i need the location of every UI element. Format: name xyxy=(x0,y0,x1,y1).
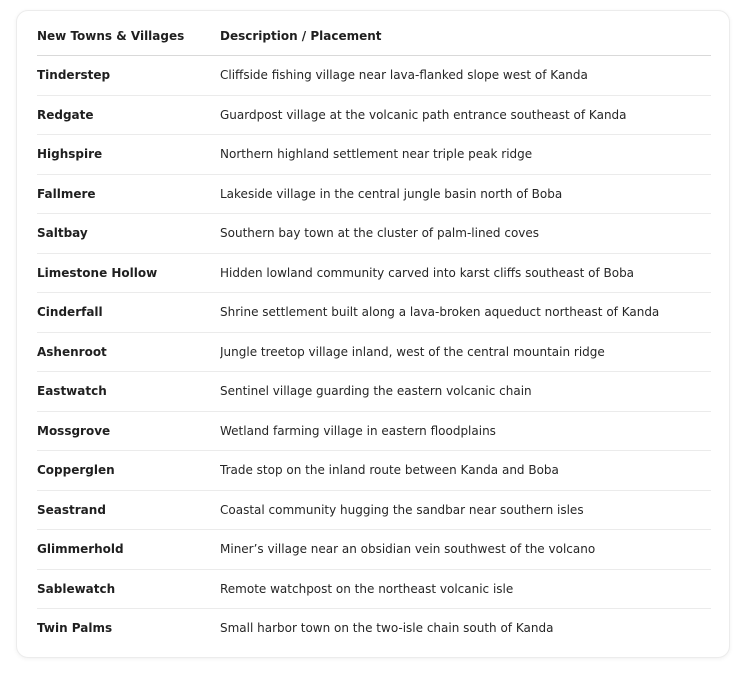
town-description-cell: Sentinel village guarding the eastern vo… xyxy=(220,371,711,412)
table-row: Highspire Northern highland settlement ne… xyxy=(37,134,711,175)
towns-table: New Towns & Villages Description / Place… xyxy=(37,16,711,648)
town-description-cell: Coastal community hugging the sandbar ne… xyxy=(220,490,711,530)
town-name-cell: Limestone Hollow xyxy=(37,253,220,293)
table-header-row: New Towns & Villages Description / Place… xyxy=(37,16,711,56)
town-name-cell: Saltbay xyxy=(37,213,220,254)
column-header-towns: New Towns & Villages xyxy=(37,16,220,56)
table-card: New Towns & Villages Description / Place… xyxy=(16,10,730,658)
town-description-cell: Northern highland settlement near triple… xyxy=(220,134,711,175)
town-name-cell: Eastwatch xyxy=(37,371,220,412)
town-name-cell: Ashenroot xyxy=(37,332,220,372)
table-row: Fallmere Lakeside village in the central … xyxy=(37,174,711,214)
town-description-cell: Southern bay town at the cluster of palm… xyxy=(220,213,711,254)
town-description-cell: Small harbor town on the two-isle chain … xyxy=(220,621,554,636)
table-row: Eastwatch Sentinel village guarding the e… xyxy=(37,371,711,412)
town-description-cell: Miner’s village near an obsidian vein so… xyxy=(220,529,711,570)
town-name-cell: Tinderstep xyxy=(37,55,220,96)
town-name-cell: Cinderfall xyxy=(37,292,220,333)
town-name-cell: Mossgrove xyxy=(37,411,220,451)
town-name-cell: Twin Palms xyxy=(37,621,113,636)
town-description-cell: Guardpost village at the volcanic path e… xyxy=(220,95,711,135)
table-row: Glimmerhold Miner’s village near an obsid… xyxy=(37,529,711,570)
table-row: Redgate Guardpost village at the volcanic… xyxy=(37,95,711,135)
town-name-cell: Highspire xyxy=(37,134,220,175)
table-row: Ashenroot Jungle treetop village inland, … xyxy=(37,332,711,372)
town-name-cell: Glimmerhold xyxy=(37,529,220,570)
table-row: Twin Palms Small harbor town on the two-i… xyxy=(37,609,711,648)
town-description-cell: Trade stop on the inland route between K… xyxy=(220,450,711,491)
town-description-cell: Hidden lowland community carved into kar… xyxy=(220,253,711,293)
town-description-cell: Shrine settlement built along a lava-bro… xyxy=(220,292,711,333)
town-description-cell: Jungle treetop village inland, west of t… xyxy=(220,332,711,372)
table-row: Cinderfall Shrine settlement built along … xyxy=(37,292,711,333)
table-row: Sablewatch Remote watchpost on the northe… xyxy=(37,569,711,609)
column-header-description: Description / Placement xyxy=(220,16,711,56)
town-description-cell: Lakeside village in the central jungle b… xyxy=(220,174,711,214)
table-row: Mossgrove Wetland farming village in east… xyxy=(37,411,711,451)
table-row: Copperglen Trade stop on the inland route… xyxy=(37,450,711,491)
town-name-cell: Redgate xyxy=(37,95,220,135)
table-row: Seastrand Coastal community hugging the s… xyxy=(37,490,711,530)
town-name-cell: Sablewatch xyxy=(37,569,220,609)
town-description-cell: Wetland farming village in eastern flood… xyxy=(220,411,711,451)
town-name-cell: Fallmere xyxy=(37,174,220,214)
town-name-cell: Copperglen xyxy=(37,450,220,491)
town-name-cell: Seastrand xyxy=(37,490,220,530)
town-description-cell: Cliffside fishing village near lava-flan… xyxy=(220,55,711,96)
table-row: Limestone Hollow Hidden lowland community… xyxy=(37,253,711,293)
table-row: Tinderstep Cliffside fishing village near… xyxy=(37,55,711,96)
town-description-cell: Remote watchpost on the northeast volcan… xyxy=(220,569,711,609)
table-row: Saltbay Southern bay town at the cluster … xyxy=(37,213,711,254)
